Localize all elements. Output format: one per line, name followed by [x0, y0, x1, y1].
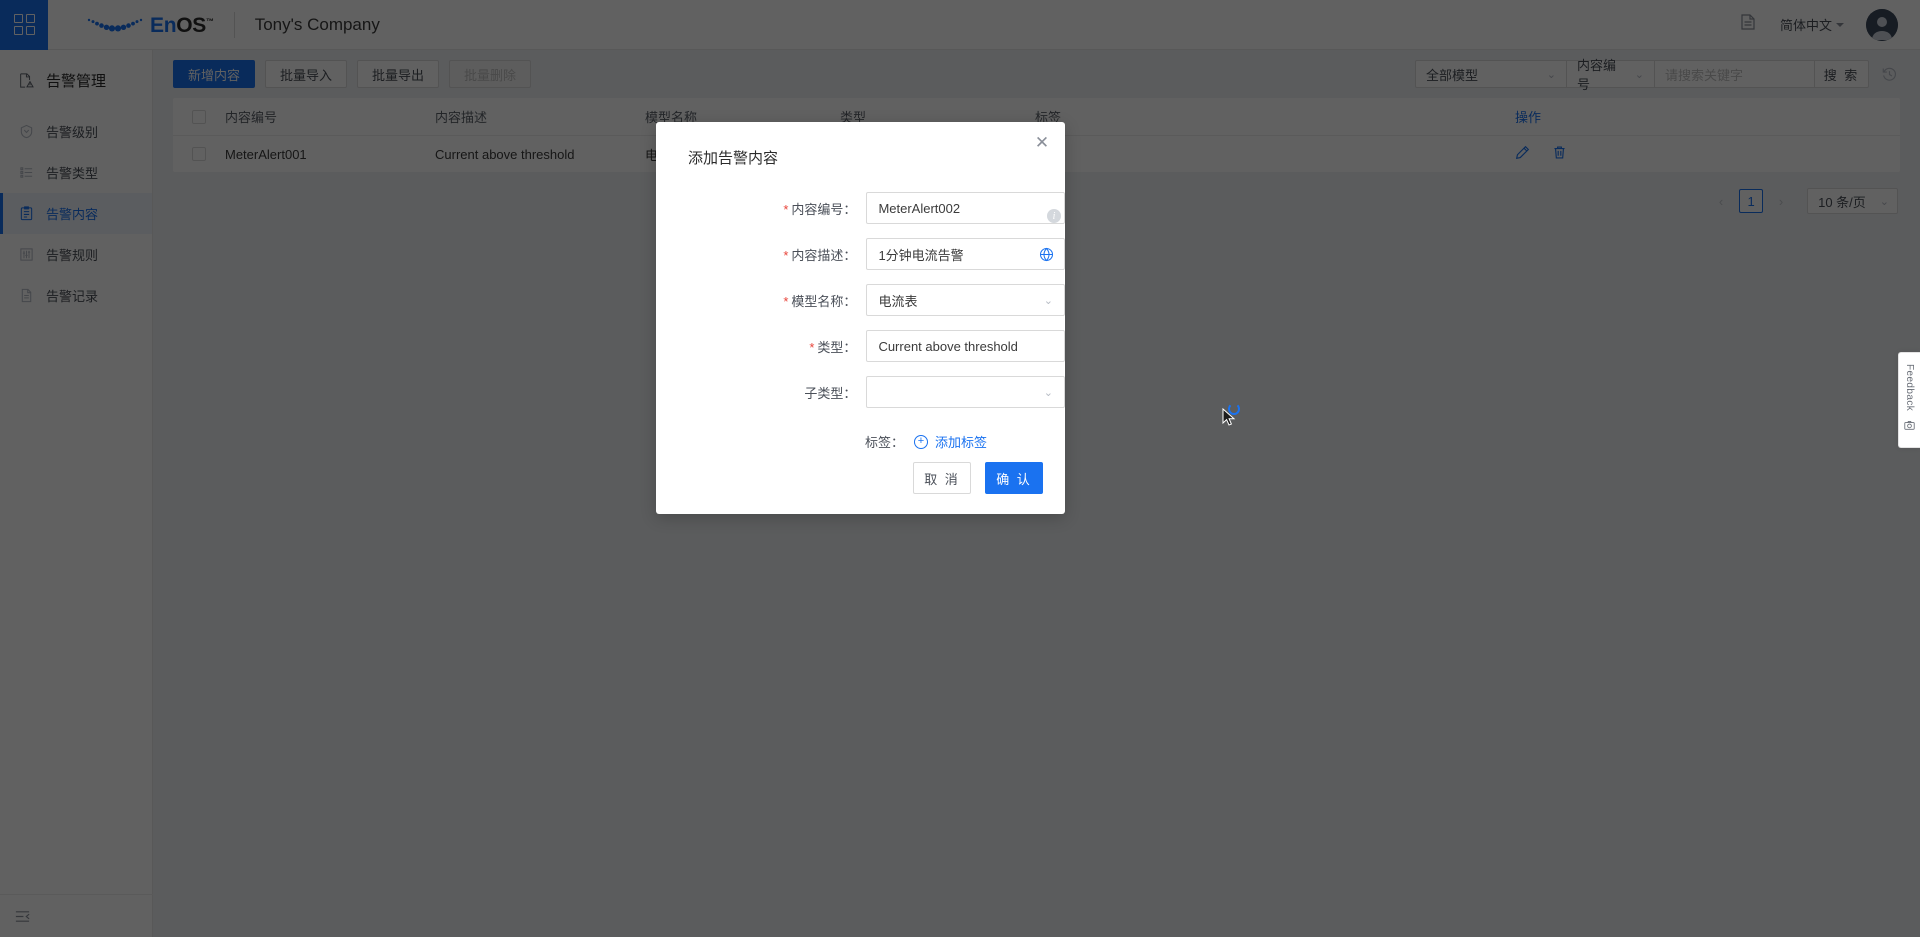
info-icon[interactable]: i [1047, 209, 1061, 223]
label-code: * 内容编号： [656, 199, 866, 218]
label-code-text: 内容编号： [791, 201, 857, 217]
required-marker: * [809, 339, 815, 355]
required-marker: * [783, 247, 789, 263]
camera-icon[interactable] [1904, 418, 1915, 436]
label-tag: 标签： [864, 435, 904, 450]
select-model-value: 电流表 [878, 293, 918, 309]
form-row-type: * 类型： Current above threshold [656, 330, 1065, 362]
label-type-text: 类型： [817, 339, 857, 355]
input-type[interactable]: Current above threshold [866, 330, 1065, 362]
form-row-desc: * 内容描述： 1分钟电流告警 [656, 238, 1065, 270]
feedback-label: Feedback [1904, 364, 1915, 412]
input-desc-value: 1分钟电流告警 [878, 247, 964, 263]
close-icon[interactable]: ✕ [1033, 134, 1051, 152]
label-model: * 模型名称： [656, 291, 866, 310]
form-row-tag: 标签： + 添加标签 [656, 432, 1065, 451]
dialog-form: * 内容编号： MeterAlert002 * 内容描述： 1分钟电流告警 * … [656, 168, 1065, 451]
input-desc[interactable]: 1分钟电流告警 [866, 238, 1065, 270]
mouse-cursor [1222, 408, 1236, 426]
add-tag-label: 添加标签 [935, 435, 988, 450]
input-code-value: MeterAlert002 [878, 200, 961, 216]
label-desc-text: 内容描述： [791, 247, 857, 263]
dialog-footer: 取 消 确 认 [913, 462, 1043, 494]
required-marker: * [783, 293, 789, 309]
label-subtype: 子类型： [656, 383, 866, 402]
label-subtype-text: 子类型： [804, 385, 857, 401]
input-type-value: Current above threshold [878, 338, 1018, 354]
input-code[interactable]: MeterAlert002 [866, 192, 1065, 224]
add-alarm-content-dialog: ✕ 添加告警内容 * 内容编号： MeterAlert002 * 内容描述： 1分钟… [656, 122, 1065, 514]
form-row-subtype: 子类型： ⌄ [656, 376, 1065, 408]
translate-icon[interactable] [1039, 247, 1054, 262]
chevron-down-icon: ⌄ [1043, 294, 1053, 307]
label-model-text: 模型名称： [791, 293, 857, 309]
label-desc: * 内容描述： [656, 245, 866, 264]
feedback-tab[interactable]: Feedback [1898, 352, 1920, 448]
dialog-title: 添加告警内容 [688, 150, 779, 167]
cancel-button[interactable]: 取 消 [913, 462, 971, 494]
confirm-button[interactable]: 确 认 [985, 462, 1043, 494]
select-model[interactable]: 电流表 ⌄ [866, 284, 1065, 316]
form-row-model: * 模型名称： 电流表 ⌄ [656, 284, 1065, 316]
label-type: * 类型： [656, 337, 866, 356]
plus-circle-icon: + [914, 434, 928, 449]
add-tag-button[interactable]: + 添加标签 [914, 432, 987, 451]
form-row-code: * 内容编号： MeterAlert002 [656, 192, 1065, 224]
app-root: EnOS™ Tony's Company 简体中文 [0, 0, 1920, 937]
chevron-down-icon: ⌄ [1043, 386, 1053, 399]
required-marker: * [783, 201, 789, 217]
select-subtype[interactable]: ⌄ [866, 376, 1065, 408]
